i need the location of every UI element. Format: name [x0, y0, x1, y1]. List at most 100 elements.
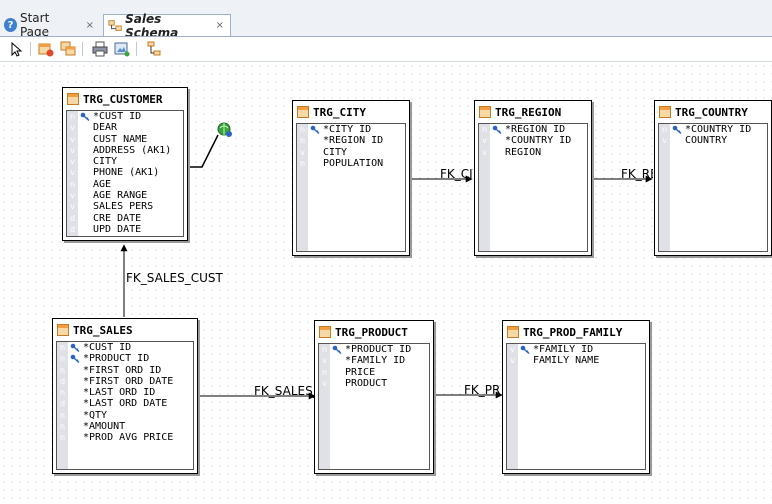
column-type-tag: n: [59, 343, 66, 352]
fk-label: FK_SALES_PROD: [254, 384, 314, 398]
column-name: CUST NAME: [93, 133, 148, 145]
schema-diagram-canvas[interactable]: FK_SALES_CUST FK_CITY FK_REGION FK_SALES…: [0, 62, 772, 504]
column-row[interactable]: v FAMILY NAME: [507, 355, 645, 366]
tab-label: Start Page: [19, 11, 50, 39]
column-list: n *PRODUCT ID v *FAMILY ID n PRICE v PRODUCT: [318, 343, 430, 470]
column-type-tag: n: [321, 367, 328, 377]
select-pointer-icon[interactable]: [8, 41, 24, 57]
schema-diagram-icon: [108, 19, 122, 31]
column-row[interactable]: v *FAMILY ID: [507, 344, 645, 355]
primary-key-icon: [70, 343, 80, 352]
column-name: UPD DATE: [93, 223, 142, 235]
column-list: n *CUST ID v DEAR v CUST NAME v ADDRESS (AK1) v C…: [66, 110, 184, 237]
column-name: *PRODUCT ID: [83, 353, 150, 365]
column-type-tag: n: [299, 136, 306, 146]
entity-trg-product[interactable]: TRG_PRODUCT n *PRODUCT ID v *FAMILY ID n PRICE…: [314, 320, 434, 474]
column-row[interactable]: v *FAMILY ID: [319, 355, 429, 366]
column-row[interactable]: n *FIRST ORD ID: [57, 365, 193, 376]
column-type-tag: d: [69, 213, 76, 223]
column-list: n *REGION ID v *COUNTRY ID v REGION: [478, 123, 588, 252]
column-row[interactable]: n PRICE: [319, 367, 429, 378]
column-type-tag: v: [70, 191, 75, 201]
column-row[interactable]: v CITY: [67, 156, 183, 167]
column-list: v *FAMILY ID v FAMILY NAME: [506, 343, 646, 470]
column-row[interactable]: v COUNTRY: [659, 135, 767, 146]
column-name: *PRODUCT ID: [345, 344, 412, 355]
fk-label: FK_PROD_FAMILY: [464, 383, 501, 397]
column-type-tag: v: [70, 123, 75, 133]
table-icon: [479, 106, 491, 118]
layout-icon[interactable]: [146, 41, 162, 57]
column-name: *PROD AVG PRICE: [83, 432, 174, 444]
editor-tab-bar: ? Start Page × Sales Schema ×: [0, 0, 772, 40]
column-row[interactable]: n *CUST ID: [67, 111, 183, 122]
column-type-tag: n: [661, 125, 668, 134]
primary-key-icon: [80, 112, 90, 121]
column-row[interactable]: n *REGION ID: [479, 124, 587, 135]
entity-trg-sales[interactable]: TRG_SALES n *CUST ID n *PRODUCT ID n *FIRST OR…: [52, 318, 198, 474]
column-row[interactable]: v SALES PERS: [67, 201, 183, 212]
column-row[interactable]: v AGE RANGE: [67, 190, 183, 201]
column-type-tag: v: [70, 134, 75, 144]
column-row[interactable]: n *PROD AVG PRICE: [57, 432, 193, 443]
entity-trg-prod-family[interactable]: TRG_PROD_FAMILY v *FAMILY ID v FAMILY NAME: [502, 320, 650, 474]
tab-sales-schema[interactable]: Sales Schema ×: [103, 12, 231, 40]
entity-title: TRG_PRODUCT: [315, 321, 433, 343]
entity-trg-city[interactable]: TRG_CITY n *CITY ID n *REGION ID v CITY n POPULA…: [292, 100, 410, 256]
column-row[interactable]: n *REGION ID: [297, 135, 405, 146]
entity-trg-region[interactable]: TRG_REGION n *REGION ID v *COUNTRY ID v REGION: [474, 100, 592, 256]
column-row[interactable]: v PRODUCT: [319, 378, 429, 389]
print-icon[interactable]: [92, 41, 108, 57]
column-row[interactable]: n *CITY ID: [297, 124, 405, 135]
diagram-toolbar: [0, 36, 772, 62]
column-row[interactable]: n POPULATION: [297, 158, 405, 169]
customer-connector-line: [188, 134, 219, 168]
tab-close-icon[interactable]: ×: [216, 20, 224, 31]
column-row[interactable]: d CRE DATE: [67, 213, 183, 224]
column-type-tag: n: [59, 433, 66, 443]
column-row[interactable]: v PHONE (AK1): [67, 167, 183, 178]
add-table-icon[interactable]: [38, 41, 54, 57]
column-row[interactable]: v CUST NAME: [67, 134, 183, 145]
column-row[interactable]: v *COUNTRY ID: [479, 135, 587, 146]
column-row[interactable]: n *COUNTRY ID: [659, 124, 767, 135]
entity-name: TRG_COUNTRY: [675, 105, 748, 119]
column-row[interactable]: v CITY: [297, 147, 405, 158]
column-row[interactable]: n *PRODUCT ID: [57, 353, 193, 364]
column-name: *AMOUNT: [83, 421, 126, 433]
column-type-tag: v: [662, 136, 667, 146]
connector-globe-icon[interactable]: [217, 122, 232, 137]
column-row[interactable]: n AGE: [67, 179, 183, 190]
entity-trg-customer[interactable]: TRG_CUSTOMER n *CUST ID v DEAR v CUST NAME v ADD…: [62, 87, 188, 241]
column-type-tag: n: [481, 125, 488, 134]
column-name: PRICE: [345, 366, 376, 378]
column-row[interactable]: v ADDRESS (AK1): [67, 145, 183, 156]
column-type-tag: v: [322, 356, 327, 366]
column-row[interactable]: n *LAST ORD ID: [57, 387, 193, 398]
column-type-tag: n: [69, 112, 76, 121]
column-row[interactable]: d UPD DATE: [67, 224, 183, 235]
column-row[interactable]: v DEAR: [67, 122, 183, 133]
column-list: n *CITY ID n *REGION ID v CITY n POPULATION: [296, 123, 406, 252]
column-row[interactable]: n *CUST ID: [57, 342, 193, 353]
table-icon: [57, 324, 69, 336]
column-name: ADDRESS (AK1): [93, 144, 172, 156]
tab-close-icon[interactable]: ×: [86, 20, 94, 31]
export-image-icon[interactable]: [114, 41, 130, 57]
column-type-tag: n: [299, 125, 306, 134]
column-row[interactable]: n *AMOUNT: [57, 421, 193, 432]
column-row[interactable]: d *LAST ORD DATE: [57, 398, 193, 409]
column-name: POPULATION: [323, 157, 384, 169]
column-row[interactable]: n *PRODUCT ID: [319, 344, 429, 355]
entity-title: TRG_SALES: [53, 319, 197, 341]
column-name: *COUNTRY ID: [505, 135, 572, 147]
column-row[interactable]: d *FIRST ORD DATE: [57, 376, 193, 387]
copy-table-icon[interactable]: [60, 41, 76, 57]
column-row[interactable]: n *QTY: [57, 410, 193, 421]
column-name: CITY: [323, 146, 348, 158]
column-name: *CUST ID: [83, 342, 132, 353]
tab-start-page[interactable]: ? Start Page ×: [0, 11, 100, 39]
entity-trg-country[interactable]: TRG_COUNTRY n *COUNTRY ID v COUNTRY: [654, 100, 772, 256]
column-row[interactable]: v REGION: [479, 147, 587, 158]
column-type-tag: v: [510, 356, 515, 366]
